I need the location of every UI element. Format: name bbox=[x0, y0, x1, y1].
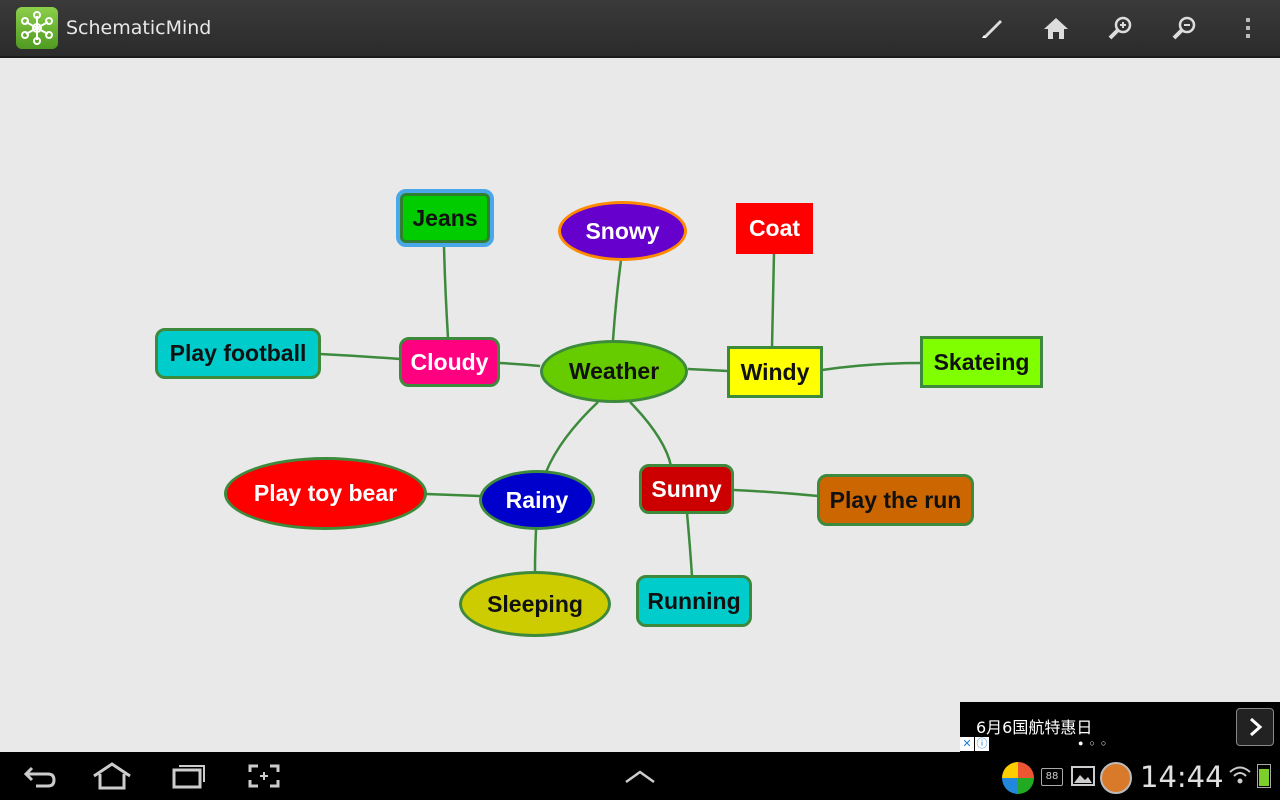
system-navigation-bar: 88 14:44 bbox=[0, 752, 1280, 800]
app-notification-icon[interactable] bbox=[1002, 762, 1034, 794]
link-cloudy-jeans bbox=[442, 245, 450, 339]
zoom-in-icon[interactable] bbox=[1100, 10, 1140, 46]
browser-notification-icon[interactable] bbox=[1100, 762, 1132, 794]
ad-page-dots: ●○○ bbox=[1078, 738, 1113, 748]
node-sunny[interactable]: Sunny bbox=[639, 464, 734, 514]
overflow-menu-icon[interactable] bbox=[1228, 10, 1268, 46]
node-play-toy-bear[interactable]: Play toy bear bbox=[224, 457, 427, 530]
ad-banner[interactable]: 6月6国航特惠日 ●○○ ✕ ⓘ bbox=[960, 702, 1280, 752]
recent-apps-icon[interactable] bbox=[164, 758, 212, 794]
link-sunny-run bbox=[733, 488, 819, 498]
link-weather-windy bbox=[687, 367, 729, 373]
notification-count-badge[interactable]: 88 bbox=[1041, 768, 1063, 786]
action-bar: SchematicMind bbox=[0, 0, 1280, 58]
home-nav-icon[interactable] bbox=[88, 758, 136, 794]
link-weather-sunny bbox=[629, 401, 673, 467]
ad-info[interactable]: ✕ ⓘ bbox=[960, 737, 989, 751]
link-cloudy-football bbox=[319, 352, 401, 361]
link-windy-coat bbox=[770, 252, 776, 349]
node-windy[interactable]: Windy bbox=[727, 346, 823, 398]
link-weather-rainy bbox=[544, 401, 599, 473]
ad-text[interactable]: 6月6国航特惠日 bbox=[976, 714, 1092, 738]
link-sunny-running bbox=[685, 512, 694, 577]
app-drawer-up-icon[interactable] bbox=[616, 758, 664, 794]
app-title: SchematicMind bbox=[66, 17, 212, 39]
ad-close-icon[interactable]: ✕ bbox=[960, 737, 974, 751]
wifi-icon bbox=[1228, 764, 1252, 791]
node-play-the-run[interactable]: Play the run bbox=[817, 474, 974, 526]
ad-next-button[interactable] bbox=[1236, 708, 1274, 746]
zoom-out-icon[interactable] bbox=[1164, 10, 1204, 46]
battery-icon bbox=[1257, 764, 1271, 788]
node-play-football[interactable]: Play football bbox=[155, 328, 321, 379]
link-weather-cloudy bbox=[499, 361, 541, 368]
node-sleeping[interactable]: Sleeping bbox=[459, 571, 611, 637]
node-coat[interactable]: Coat bbox=[736, 203, 813, 254]
home-icon[interactable] bbox=[1036, 10, 1076, 46]
link-rainy-bear bbox=[425, 492, 481, 498]
node-cloudy[interactable]: Cloudy bbox=[399, 337, 500, 387]
brush-icon[interactable] bbox=[972, 10, 1012, 46]
node-rainy[interactable]: Rainy bbox=[479, 470, 595, 530]
ad-info-icon[interactable]: ⓘ bbox=[975, 737, 989, 751]
app-logo-icon[interactable] bbox=[16, 7, 58, 49]
mindmap-canvas[interactable]: Weather Snowy Jeans Coat Cloudy Play foo… bbox=[0, 58, 1280, 752]
image-notification-icon[interactable] bbox=[1071, 766, 1095, 791]
node-jeans[interactable]: Jeans bbox=[396, 189, 494, 247]
node-weather[interactable]: Weather bbox=[540, 340, 688, 403]
node-skateing[interactable]: Skateing bbox=[920, 336, 1043, 388]
mindmap-links bbox=[319, 245, 922, 577]
clock[interactable]: 14:44 bbox=[1140, 760, 1224, 794]
chevron-right-icon bbox=[1250, 717, 1263, 737]
node-snowy[interactable]: Snowy bbox=[558, 201, 687, 261]
link-rainy-sleeping bbox=[533, 529, 538, 572]
back-icon[interactable] bbox=[16, 758, 64, 794]
link-windy-skateing bbox=[821, 361, 922, 372]
node-running[interactable]: Running bbox=[636, 575, 752, 627]
screenshot-icon[interactable] bbox=[240, 758, 288, 794]
link-weather-snowy bbox=[611, 259, 623, 341]
